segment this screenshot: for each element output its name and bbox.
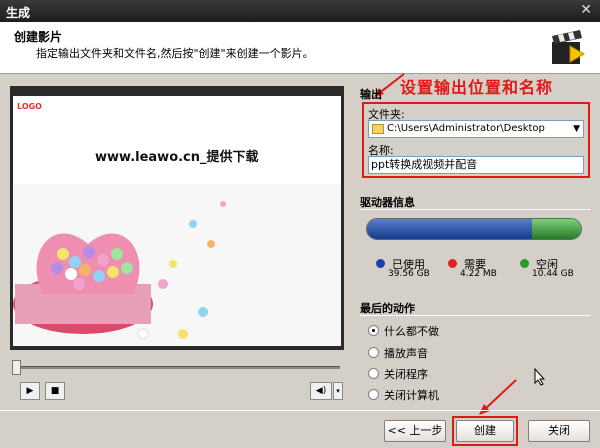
page-subtitle: 指定输出文件夹和文件名,然后按"创建"来创建一个影片。 xyxy=(36,47,314,60)
chevron-down-icon: ▾ xyxy=(336,387,340,395)
output-annotation-text: 设置输出位置和名称 xyxy=(400,78,554,97)
clapperboard-icon xyxy=(552,30,586,64)
timeline-thumb[interactable] xyxy=(12,360,21,375)
heart-candy-image xyxy=(13,184,341,346)
radio-label: 关闭程序 xyxy=(384,368,428,381)
create-button[interactable]: 创建 xyxy=(456,420,514,442)
radio-circle[interactable] xyxy=(368,325,379,336)
close-icon[interactable]: ✕ xyxy=(580,2,592,18)
used-dot-icon xyxy=(376,259,385,268)
play-button[interactable]: ▶ xyxy=(20,382,40,400)
radio-do-nothing[interactable]: 什么都不做 xyxy=(368,323,528,339)
radio-circle[interactable] xyxy=(368,368,379,379)
legend-needed-value: 4.22 MB xyxy=(460,269,497,279)
window-title: 生成 xyxy=(6,6,31,20)
folder-icon xyxy=(372,124,384,134)
title-bar: 生成 ✕ xyxy=(0,0,600,22)
timeline-track xyxy=(14,366,340,369)
final-action-title: 最后的动作 xyxy=(360,302,415,315)
mouse-cursor-icon xyxy=(534,368,546,386)
slide-logo-text: LOGO xyxy=(17,102,42,111)
video-preview: LOGO www.leawo.cn_提供下载 xyxy=(10,86,344,350)
output-section-title: 输出 xyxy=(360,88,382,101)
volume-dropdown[interactable]: ▾ xyxy=(333,382,343,400)
radio-play-sound[interactable]: 播放声音 xyxy=(368,345,528,361)
slide-url-text: www.leawo.cn_提供下载 xyxy=(95,150,259,165)
radio-label: 什么都不做 xyxy=(384,325,439,338)
drive-used-segment xyxy=(367,219,532,239)
name-input[interactable]: ppt转换成视频并配音 xyxy=(368,156,584,174)
radio-circle[interactable] xyxy=(368,347,379,358)
radio-circle[interactable] xyxy=(368,389,379,400)
stop-icon: ■ xyxy=(50,386,60,396)
divider xyxy=(360,209,590,210)
page-title: 创建影片 xyxy=(14,30,63,44)
preview-slide: LOGO www.leawo.cn_提供下载 xyxy=(13,96,341,346)
close-button[interactable]: 关闭 xyxy=(528,420,590,442)
drive-free-segment xyxy=(531,219,581,239)
wizard-header: 创建影片 指定输出文件夹和文件名,然后按"创建"来创建一个影片。 xyxy=(0,22,600,74)
timeline-slider[interactable] xyxy=(10,360,344,375)
divider xyxy=(360,315,590,316)
play-icon: ▶ xyxy=(26,386,34,396)
needed-dot-icon xyxy=(448,259,457,268)
folder-select[interactable]: C:\Users\Administrator\Desktop ▼ xyxy=(368,120,584,138)
radio-label: 关闭计算机 xyxy=(384,389,439,402)
free-dot-icon xyxy=(520,259,529,268)
volume-icon: ◀) xyxy=(315,386,327,396)
back-button[interactable]: << 上一步 xyxy=(384,420,446,442)
legend-used-value: 39.56 GB xyxy=(388,269,430,279)
divider xyxy=(0,410,600,411)
drive-usage-bar xyxy=(366,218,582,240)
chevron-down-icon: ▼ xyxy=(573,124,580,134)
radio-label: 播放声音 xyxy=(384,347,428,360)
legend-free-value: 10.44 GB xyxy=(532,269,574,279)
stop-button[interactable]: ■ xyxy=(45,382,65,400)
folder-value: C:\Users\Administrator\Desktop xyxy=(387,123,545,134)
volume-button[interactable]: ◀) xyxy=(310,382,332,400)
drive-section-title: 驱动器信息 xyxy=(360,196,415,209)
